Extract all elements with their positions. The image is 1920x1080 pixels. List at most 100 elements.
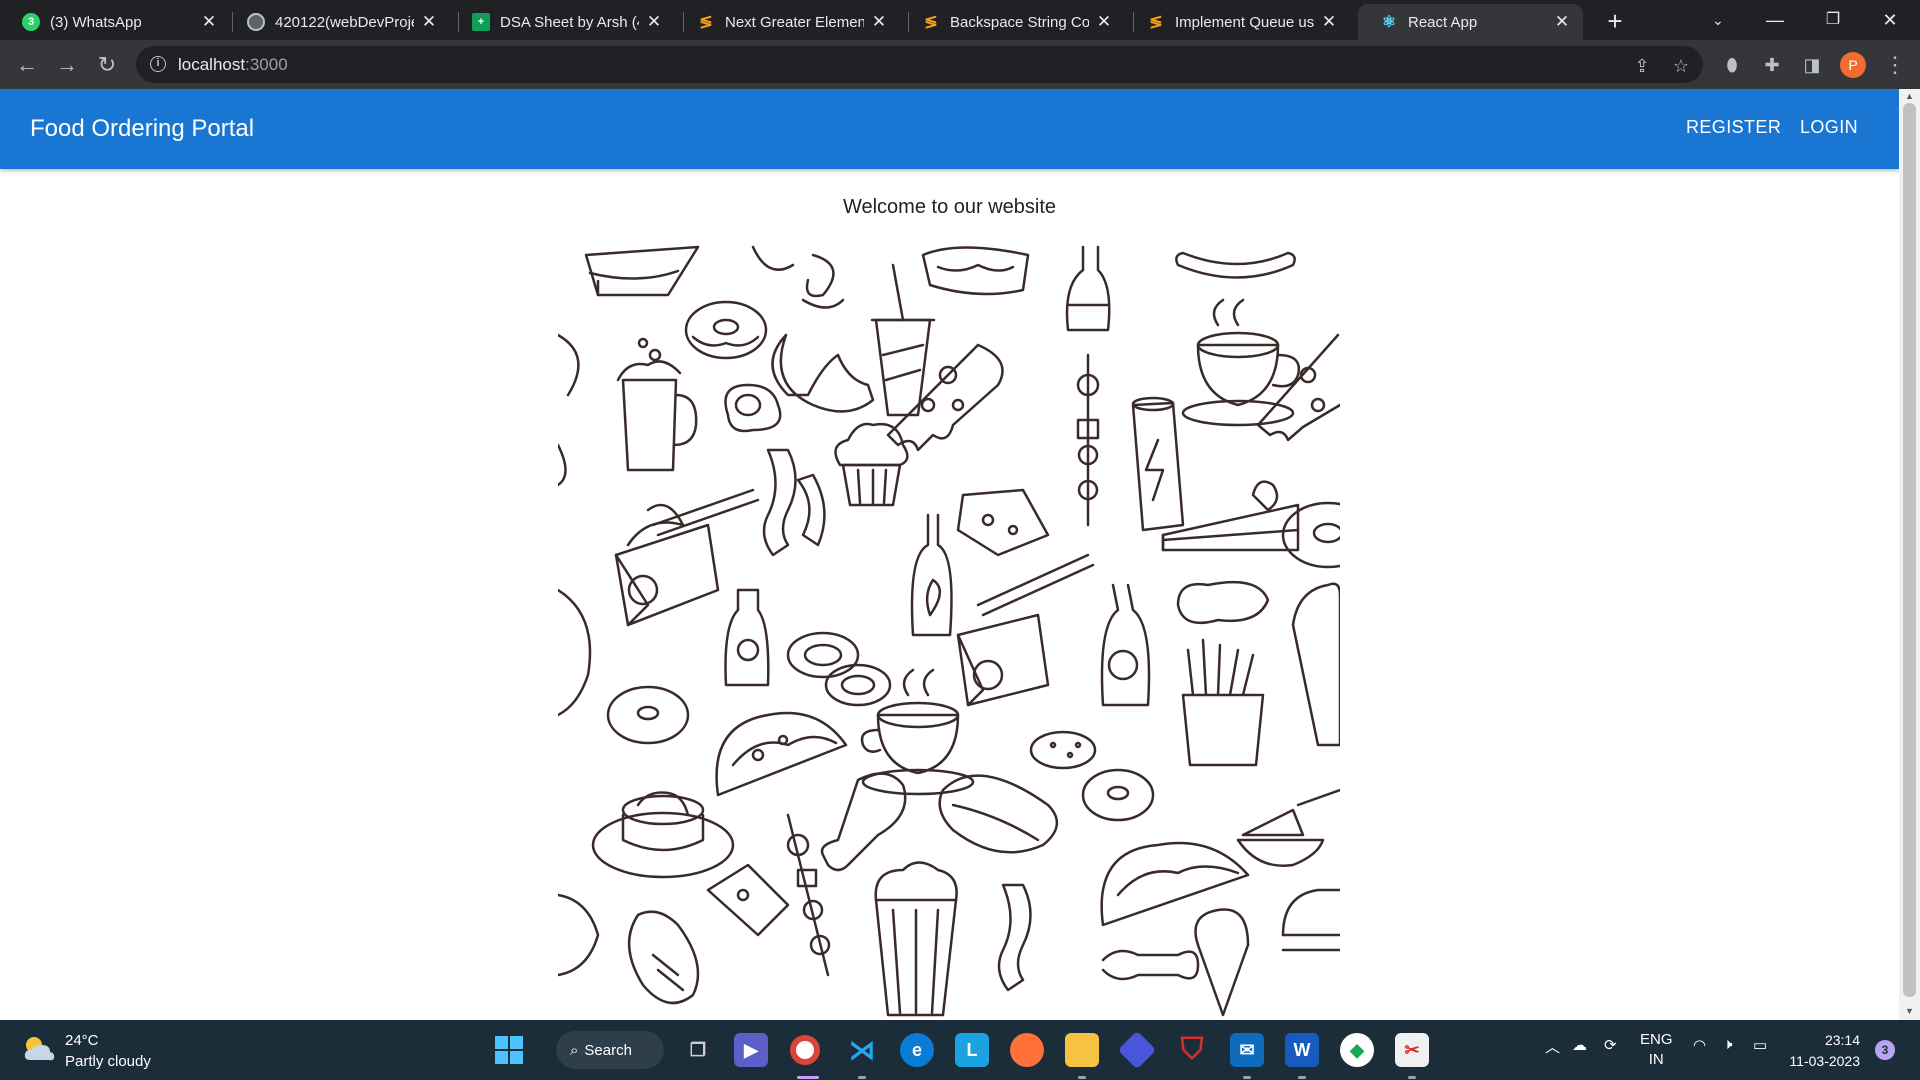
mongodb-compass-icon[interactable]: ◆ — [1340, 1033, 1374, 1067]
address-bar[interactable]: i localhost:3000 ⇪ ☆ — [136, 46, 1703, 83]
url-text[interactable]: localhost:3000 — [178, 55, 288, 75]
tab-queue[interactable]: ≶ Implement Queue usi ✕ — [1125, 4, 1350, 40]
tab-webdev[interactable]: 420122(webDevProje ✕ — [225, 4, 450, 40]
teams-chat-icon[interactable]: ▶ — [734, 1033, 768, 1067]
close-tab-icon[interactable]: ✕ — [1095, 12, 1113, 32]
extension-icon[interactable]: ⬮ — [1716, 49, 1748, 81]
left-edge-doodle — [558, 333, 592, 717]
burger-left-doodle — [558, 893, 600, 977]
register-button[interactable]: REGISTER — [1686, 117, 1781, 138]
taco-2-doodle — [1100, 841, 1250, 927]
notification-badge[interactable]: 3 — [1875, 1040, 1895, 1060]
taskbar-search[interactable]: ⌕ Search — [556, 1031, 664, 1069]
cheese-doodle — [956, 488, 1050, 557]
burger-doodle — [1281, 888, 1340, 952]
file-explorer-icon[interactable] — [1065, 1033, 1099, 1067]
donut-right-2-doodle — [1081, 768, 1155, 822]
partly-cloudy-icon[interactable] — [22, 1034, 56, 1064]
edge-icon[interactable]: e — [900, 1033, 934, 1067]
sauce-bottle-doodle — [910, 513, 953, 637]
onion-rings-doodle — [786, 631, 892, 707]
app-indicator — [858, 1076, 866, 1079]
popcorn-doodle — [874, 861, 958, 1017]
word-icon[interactable]: W — [1285, 1033, 1319, 1067]
vscode-icon[interactable]: ⋊ — [845, 1033, 879, 1067]
page-scrollbar[interactable]: ▲ ▼ — [1899, 89, 1920, 1020]
wifi-icon[interactable]: ◠ — [1693, 1036, 1706, 1054]
app-indicator — [1298, 1076, 1306, 1079]
tab-react-app[interactable]: ⚛ React App ✕ — [1358, 4, 1583, 40]
tab-strip: 3 (3) WhatsApp ✕ 420122(webDevProje ✕ + … — [0, 0, 1920, 40]
bagel-doodle — [606, 685, 690, 745]
language-indicator[interactable]: ENG IN — [1640, 1030, 1673, 1070]
weather-desc[interactable]: Partly cloudy — [65, 1053, 151, 1070]
volume-muted-icon[interactable]: 🕨 — [1723, 1036, 1732, 1053]
close-tab-icon[interactable]: ✕ — [1320, 12, 1338, 32]
tab-backspace[interactable]: ≶ Backspace String Con ✕ — [900, 4, 1125, 40]
site-info-icon[interactable]: i — [150, 56, 166, 72]
active-app-indicator — [797, 1076, 819, 1079]
chrome-icon[interactable] — [790, 1035, 820, 1065]
tab-search-icon[interactable]: ⌄ — [1690, 0, 1746, 40]
app-l-icon[interactable]: L — [955, 1033, 989, 1067]
onedrive-error-icon[interactable]: ☁ — [1572, 1036, 1587, 1054]
scroll-down-arrow-icon[interactable]: ▼ — [1899, 1006, 1920, 1016]
scroll-up-arrow-icon[interactable]: ▲ — [1899, 91, 1920, 101]
bacon-doodle — [762, 448, 826, 557]
bing-chat-icon[interactable] — [1117, 1030, 1157, 1070]
donut-doodle — [684, 300, 768, 360]
close-tab-icon[interactable]: ✕ — [645, 12, 663, 32]
close-window-button[interactable]: ✕ — [1862, 0, 1918, 40]
side-panel-icon[interactable]: ◨ — [1796, 49, 1828, 81]
chicken-leg-doodle — [820, 772, 907, 872]
restore-button[interactable]: ❐ — [1805, 0, 1861, 40]
tab-whatsapp[interactable]: 3 (3) WhatsApp ✕ — [0, 4, 230, 40]
sheets-icon: + — [472, 13, 490, 31]
profile-avatar[interactable]: P — [1840, 52, 1866, 78]
reload-button[interactable]: ↻ — [91, 49, 123, 81]
back-button[interactable]: ← — [11, 49, 43, 81]
search-label: Search — [584, 1041, 632, 1059]
tab-next-greater[interactable]: ≶ Next Greater Element ✕ — [675, 4, 900, 40]
ketchup-bottle-doodle — [1100, 583, 1151, 707]
close-tab-icon[interactable]: ✕ — [420, 12, 438, 32]
react-icon: ⚛ — [1381, 14, 1397, 31]
bookmark-star-icon[interactable]: ☆ — [1669, 54, 1693, 78]
battery-icon[interactable]: ▭ — [1753, 1036, 1767, 1054]
new-tab-button[interactable]: + — [1600, 6, 1630, 36]
region-code: IN — [1648, 1051, 1664, 1068]
sandwich-doodle — [584, 245, 700, 297]
minimize-button[interactable]: — — [1747, 0, 1803, 40]
mail-icon[interactable]: ✉ — [1230, 1033, 1264, 1067]
close-tab-icon[interactable]: ✕ — [200, 12, 218, 32]
clock-time: 23:14 — [1824, 1032, 1860, 1048]
tab-title: 420122(webDevProje — [275, 13, 414, 31]
app-indicator — [1408, 1076, 1416, 1079]
extensions-puzzle-icon[interactable]: ✚ — [1756, 49, 1788, 81]
globe-icon — [247, 13, 265, 31]
menu-kebab-icon[interactable]: ⋮ — [1879, 49, 1911, 81]
login-button[interactable]: LOGIN — [1800, 117, 1858, 138]
brand-title[interactable]: Food Ordering Portal — [30, 115, 254, 143]
scrollbar-thumb[interactable] — [1903, 103, 1916, 997]
mcafee-icon[interactable]: ⛉ — [1175, 1033, 1209, 1067]
windows-start-icon[interactable] — [492, 1033, 526, 1067]
sync-icon[interactable]: ⟳ — [1604, 1036, 1617, 1054]
share-icon[interactable]: ⇪ — [1630, 54, 1654, 78]
system-clock[interactable]: 23:14 11-03-2023 — [1780, 1030, 1860, 1072]
task-view-icon[interactable]: ❐ — [681, 1033, 715, 1067]
show-hidden-icons-chevron-icon[interactable]: ︿ — [1545, 1036, 1560, 1057]
close-tab-icon[interactable]: ✕ — [870, 12, 888, 32]
windows-taskbar: 24°C Partly cloudy ⌕ Search ❐ ▶ ⋊ e L ⛉ ✉… — [0, 1020, 1920, 1080]
tab-title: DSA Sheet by Arsh (4 — [500, 13, 639, 31]
donut-right-doodle — [1281, 501, 1340, 569]
forward-button[interactable]: → — [51, 49, 83, 81]
tab-dsa-sheet[interactable]: + DSA Sheet by Arsh (4 ✕ — [450, 4, 675, 40]
weather-temp[interactable]: 24°C — [65, 1032, 99, 1049]
snipping-tool-icon[interactable]: ✂ — [1395, 1033, 1429, 1067]
firefox-icon[interactable] — [1010, 1033, 1044, 1067]
welcome-text: Welcome to our website — [842, 196, 1057, 218]
chicken-wing-doodle — [771, 333, 875, 413]
taco-doodle — [715, 711, 848, 797]
close-tab-icon[interactable]: ✕ — [1553, 12, 1571, 32]
